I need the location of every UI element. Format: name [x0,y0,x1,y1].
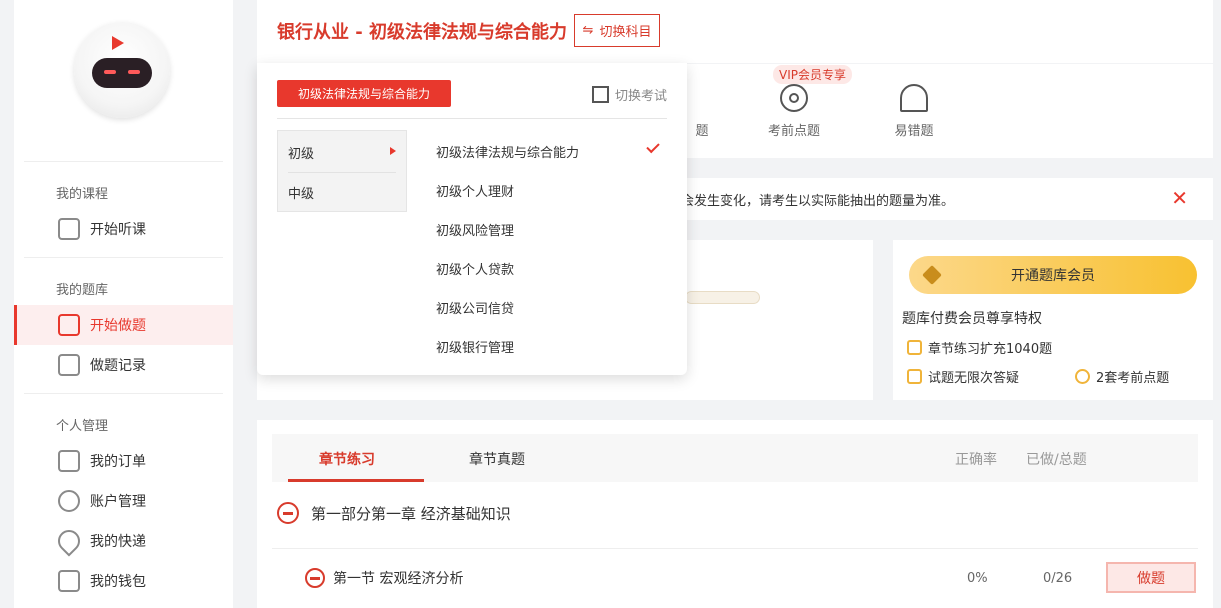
sidebar-item-label: 我的订单 [90,454,146,470]
switch-exam-button[interactable]: 切换考试 [591,85,667,104]
sidebar-item-label: 做题记录 [90,358,146,374]
sidebar-item-label: 我的快递 [90,534,146,550]
open-membership-label: 开通题库会员 [1011,268,1095,284]
play-logo-icon [112,36,124,50]
tab-chapter-practice[interactable]: 章节练习 [319,449,375,469]
privilege-label: 章节练习扩充1040题 [928,342,1053,357]
switch-subject-button[interactable]: ⇋ 切换科目 [574,14,660,47]
section-title-question-bank: 我的题库 [56,283,109,298]
page-title: 银行从业 - 初级法律法规与综合能力 [277,22,568,43]
wallet-icon [58,570,80,592]
vip-badge: VIP会员专享 [773,65,852,84]
section-row[interactable]: 第一节 宏观经济分析 [305,568,463,588]
member-card: 开通题库会员 题库付费会员尊享特权 章节练习扩充1040题 试题无限次答疑 2套… [893,240,1213,400]
chat-icon [907,369,922,384]
sidebar-item-practice-record[interactable]: 做题记录 [14,345,233,385]
privilege-item: 试题无限次答疑 [907,367,1019,386]
column-header-accuracy: 正确率 [955,452,997,468]
sidebar-item-label: 我的钱包 [90,574,146,590]
privilege-label: 试题无限次答疑 [928,371,1020,386]
play-icon [58,218,80,240]
tool-label: 题 [695,124,709,139]
divider [277,118,667,119]
collapse-icon[interactable] [305,568,325,588]
level-item-intermediate[interactable]: 中级 [288,183,314,202]
swap-icon: ⇋ [582,23,594,38]
divider [24,161,223,162]
check-icon [646,139,660,154]
sidebar-item-wallet[interactable]: 我的钱包 [14,561,233,601]
column-header-progress: 已做/总题 [1026,452,1087,468]
chapter-row[interactable]: 第一部分第一章 经济基础知识 [277,502,511,524]
notice-text: 会发生变化，请考生以实际能抽出的题量为准。 [681,194,955,209]
subject-dropdown: 初级法律法规与综合能力 切换考试 初级 中级 初级法律法规与综合能力 初级个人理… [257,63,687,375]
switch-subject-label: 切换科目 [599,25,652,40]
level-list: 初级 中级 [277,130,407,212]
level-item-junior[interactable]: 初级 [288,143,314,162]
switch-exam-label: 切换考试 [614,89,667,104]
subject-option[interactable]: 初级个人贷款 [436,259,514,278]
privilege-title: 题库付费会员尊享特权 [902,311,1042,327]
alarm-icon [900,84,928,112]
start-practice-button[interactable]: 做题 [1106,562,1196,593]
target-icon [780,84,808,112]
target-icon [1075,369,1090,384]
sidebar-item-orders[interactable]: 我的订单 [14,441,233,481]
sidebar-item-start-lesson[interactable]: 开始听课 [14,209,233,249]
sidebar-item-label: 开始做题 [90,318,146,334]
divider [272,548,1198,549]
header-bar: 银行从业 - 初级法律法规与综合能力 ⇋ 切换科目 [257,0,1213,63]
edit-icon [58,314,80,336]
expand-icon [591,86,609,103]
subject-option[interactable]: 初级公司信贷 [436,298,514,317]
chapter-title: 第一部分第一章 经济基础知识 [311,504,511,523]
active-tab-indicator [288,479,424,482]
tool-item-error-prone[interactable]: 易错题 [869,84,959,139]
sidebar-item-label: 账户管理 [90,494,146,510]
sidebar: 我的课程 开始听课 我的题库 开始做题 做题记录 个人管理 我的订单 账户管理 … [14,0,233,608]
caret-right-icon [390,147,396,155]
chapter-panel: 章节练习 章节真题 正确率 已做/总题 第一部分第一章 经济基础知识 第一节 宏… [257,420,1213,608]
subject-option[interactable]: 初级个人理财 [436,181,514,200]
sidebar-item-start-practice[interactable]: 开始做题 [14,305,233,345]
collapse-icon[interactable] [277,502,299,524]
chapter-tabs: 章节练习 章节真题 正确率 已做/总题 [272,434,1198,482]
section-title-personal: 个人管理 [56,419,109,434]
privilege-item: 2套考前点题 [1075,367,1169,386]
section-title-courses: 我的课程 [56,187,109,202]
section-title: 第一节 宏观经济分析 [333,571,464,587]
doc-icon [907,340,922,355]
tool-label: 易错题 [894,124,934,139]
subject-option[interactable]: 初级风险管理 [436,220,514,239]
current-subject-button[interactable]: 初级法律法规与综合能力 [277,80,451,107]
sidebar-item-label: 开始听课 [90,222,146,238]
record-icon [58,354,80,376]
privilege-label: 2套考前点题 [1096,371,1170,386]
avatar[interactable] [74,22,170,118]
section-progress: 0/26 [1043,571,1073,586]
subject-option[interactable]: 初级银行管理 [436,337,514,356]
divider [24,257,223,258]
tool-item-pre-exam[interactable]: 考前点题 [749,84,839,139]
divider [24,393,223,394]
sidebar-item-delivery[interactable]: 我的快递 [14,521,233,561]
gem-icon [922,265,942,285]
subject-option[interactable]: 初级法律法规与综合能力 [436,142,579,161]
tool-label: 考前点题 [767,124,820,139]
privilege-item: 章节练习扩充1040题 [907,338,1052,357]
section-accuracy: 0% [967,571,988,586]
close-icon[interactable]: ✕ [1171,186,1188,210]
open-membership-button[interactable]: 开通题库会员 [909,256,1197,294]
location-icon [53,525,85,557]
order-icon [58,450,80,472]
sidebar-item-account[interactable]: 账户管理 [14,481,233,521]
account-icon [58,490,80,512]
progress-bar [685,291,760,304]
robot-face-icon [92,58,152,88]
tab-chapter-real-questions[interactable]: 章节真题 [469,449,525,469]
divider [288,172,396,173]
